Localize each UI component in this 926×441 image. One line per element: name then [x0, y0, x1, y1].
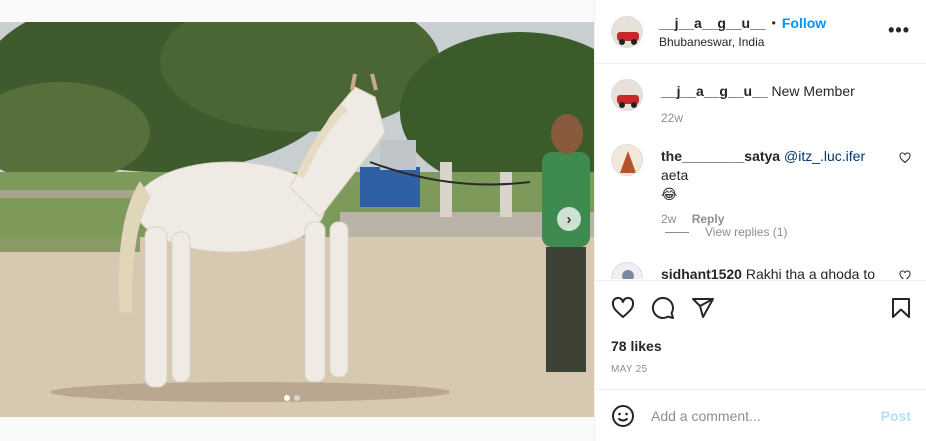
carousel-next-button[interactable]: › [557, 207, 581, 231]
more-horizontal-icon[interactable]: ••• [888, 20, 910, 41]
follow-button[interactable]: Follow [782, 15, 826, 31]
comment-item: the________satya @itz_.luc.ifer aeta 😂 2… [611, 144, 911, 229]
post-image[interactable] [0, 22, 594, 417]
caption-avatar[interactable] [611, 79, 643, 111]
view-replies-button[interactable]: View replies (1) [665, 225, 787, 239]
comment-text: Rakhi tha a ghoda to [745, 266, 876, 279]
carousel-indicator [284, 395, 300, 401]
separator-dot: • [771, 15, 776, 30]
author-avatar[interactable] [611, 15, 643, 48]
comment-age[interactable]: 2w [661, 212, 676, 226]
post-header: __j__a__g__u__ • Follow Bhubaneswar, Ind… [595, 0, 926, 64]
commenter-avatar[interactable] [611, 144, 643, 176]
carousel-dot-active [284, 395, 290, 401]
caption-text: New Member [771, 83, 855, 99]
post-comment-button[interactable]: Post [881, 408, 911, 424]
post-actions: 78 likes MAY 25 [595, 280, 926, 390]
likes-count[interactable]: 78 likes [611, 338, 662, 354]
comment-item: sidhant1520 Rakhi tha a ghoda to [611, 262, 911, 279]
comment-username[interactable]: sidhant1520 [661, 266, 742, 279]
comments-list: __j__a__g__u__ New Member 22w the_______… [595, 65, 926, 279]
comment-icon[interactable] [651, 296, 675, 320]
post-media: › [0, 0, 594, 441]
comment-like-heart-icon[interactable] [899, 270, 911, 279]
commenter-avatar[interactable] [611, 262, 643, 279]
caption-age[interactable]: 22w [661, 111, 683, 125]
carousel-dot [294, 395, 300, 401]
smiley-icon[interactable] [611, 404, 635, 428]
comment-input[interactable] [651, 408, 881, 424]
location-link[interactable]: Bhubaneswar, India [659, 35, 826, 49]
comment-username[interactable]: the________satya [661, 148, 780, 164]
divider-line [665, 231, 689, 233]
heart-icon[interactable] [611, 296, 635, 320]
comment-like-heart-icon[interactable] [899, 152, 911, 164]
caption-username[interactable]: __j__a__g__u__ [661, 83, 768, 99]
reply-button[interactable]: Reply [692, 212, 725, 226]
caption-item: __j__a__g__u__ New Member 22w [611, 79, 911, 128]
laughing-emoji: 😂 [661, 186, 678, 202]
post-details-panel: __j__a__g__u__ • Follow Bhubaneswar, Ind… [594, 0, 926, 441]
comment-mention[interactable]: @itz_.luc.ifer [784, 148, 865, 164]
bookmark-icon[interactable] [889, 296, 913, 320]
view-replies-label: View replies (1) [705, 225, 788, 239]
chevron-right-icon: › [566, 210, 572, 228]
author-username[interactable]: __j__a__g__u__ [659, 15, 766, 31]
comment-text: aeta [661, 167, 689, 183]
send-icon[interactable] [691, 296, 715, 320]
add-comment-bar: Post [595, 391, 926, 441]
post-date[interactable]: MAY 25 [611, 364, 647, 375]
